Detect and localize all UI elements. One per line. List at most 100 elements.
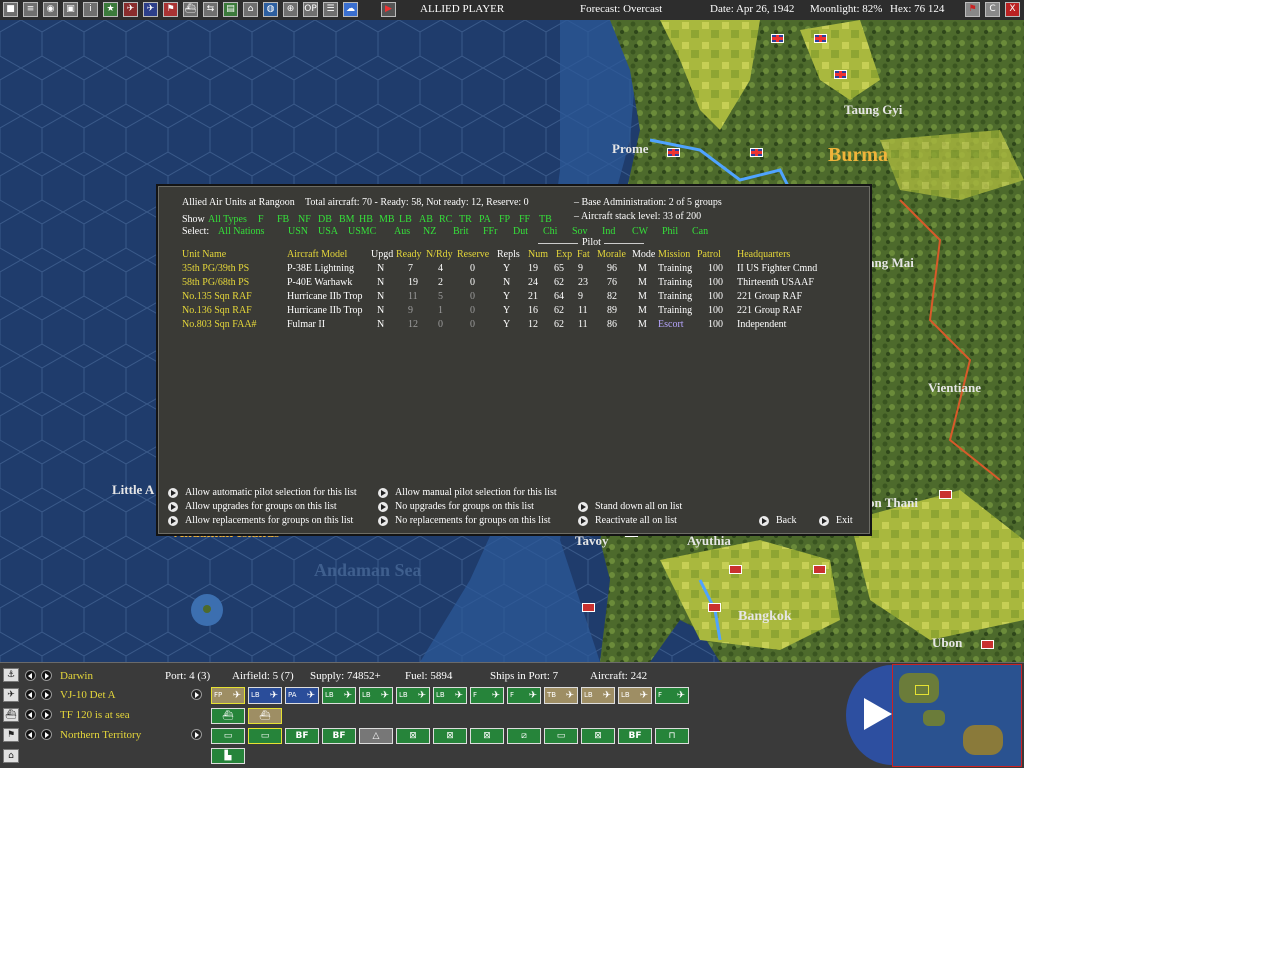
japanese-unit-marker[interactable] (939, 490, 952, 499)
cell-mission[interactable]: Training (658, 305, 692, 316)
col-ready[interactable]: Ready (396, 249, 422, 260)
japanese-unit-marker[interactable] (708, 603, 721, 612)
ship-group-selected-button[interactable]: ⛴ (248, 708, 282, 724)
menu-icon[interactable]: ■ (3, 2, 18, 17)
air-groups-icon[interactable]: ✈ (143, 2, 158, 17)
prev-base-button[interactable] (25, 670, 36, 681)
nation-nz[interactable]: NZ (423, 226, 436, 237)
filter-type-pa[interactable]: PA (479, 214, 491, 225)
hq-details-button[interactable] (191, 729, 202, 740)
air-group-button[interactable]: LB ✈ (322, 687, 356, 704)
filter-type-ab[interactable]: AB (419, 214, 433, 225)
cell-mission[interactable]: Training (658, 291, 692, 302)
artillery-unit-button[interactable]: △ (359, 728, 393, 744)
nation-chi[interactable]: Chi (543, 226, 557, 237)
allied-unit-marker[interactable] (834, 70, 847, 79)
allow-replacements-button[interactable]: Allow replacements for groups on this li… (168, 515, 353, 526)
ground-unit-selected-button[interactable]: ▭ (248, 728, 282, 744)
flag-icon[interactable]: ⚑ (3, 728, 19, 742)
nation-brit[interactable]: Brit (453, 226, 469, 237)
col-headquarters[interactable]: Headquarters (737, 249, 790, 260)
weather-icon[interactable]: ☁ (343, 2, 358, 17)
nation-aus[interactable]: Aus (394, 226, 410, 237)
auto-pilot-button[interactable]: Allow automatic pilot selection for this… (168, 487, 357, 498)
no-upgrades-button[interactable]: No upgrades for groups on this list (378, 501, 534, 512)
cell-unit[interactable]: 58th PG/68th PS (182, 277, 249, 288)
flag-toggle-icon[interactable]: ⚑ (965, 2, 980, 17)
plane-icon[interactable]: ✈ (3, 688, 19, 702)
filter-type-tb[interactable]: TB (539, 214, 552, 225)
air-group-button[interactable]: F ✈ (655, 687, 689, 704)
c-button[interactable]: C (985, 2, 1000, 17)
nation-sov[interactable]: Sov (572, 226, 588, 237)
air-group-button[interactable]: LB ✈ (618, 687, 652, 704)
air-group-button[interactable]: PA ✈ (285, 687, 319, 704)
cell-hq[interactable]: II US Fighter Cmnd (737, 263, 817, 274)
ops-icon[interactable]: ▣ (63, 2, 78, 17)
intel-icon[interactable]: ◉ (43, 2, 58, 17)
next-air-button[interactable] (41, 689, 52, 700)
col-repls[interactable]: Repls (497, 249, 520, 260)
nation-dut[interactable]: Dut (513, 226, 528, 237)
report-icon[interactable]: ≡ (23, 2, 38, 17)
no-replacements-button[interactable]: No replacements for groups on this list (378, 515, 551, 526)
air-group-button[interactable]: F ✈ (470, 687, 504, 704)
infantry-unit-button[interactable]: ⊠ (433, 728, 467, 744)
filter-type-rc[interactable]: RC (439, 214, 452, 225)
base-name[interactable]: Darwin (60, 670, 93, 682)
air-group-button[interactable]: LB ✈ (248, 687, 282, 704)
nation-usa[interactable]: USA (318, 226, 338, 237)
cell-unit[interactable]: 35th PG/39th PS (182, 263, 249, 274)
nation-phil[interactable]: Phil (662, 226, 678, 237)
ground-unit-button[interactable]: ▭ (211, 728, 245, 744)
base-force-button[interactable]: BF (285, 728, 319, 744)
info-icon[interactable]: i (83, 2, 98, 17)
map-icon[interactable]: ▤ (223, 2, 238, 17)
hq-name[interactable]: Northern Territory (60, 729, 141, 741)
cell-hq[interactable]: Thirteenth USAAF (737, 277, 814, 288)
ground-units-icon[interactable]: ★ (103, 2, 118, 17)
japanese-unit-marker[interactable] (582, 603, 595, 612)
world-icon[interactable]: ⊕ (283, 2, 298, 17)
air-group-button[interactable]: LB ✈ (433, 687, 467, 704)
list-icon[interactable]: ☰ (323, 2, 338, 17)
ships-icon[interactable]: ⛴ (183, 2, 198, 17)
next-hq-button[interactable] (41, 729, 52, 740)
filter-type-fb[interactable]: FB (277, 214, 289, 225)
task-force-name[interactable]: TF 120 is at sea (60, 709, 130, 721)
nation-all[interactable]: All Nations (218, 226, 264, 237)
nation-usn[interactable]: USN (288, 226, 308, 237)
cell-hq[interactable]: 221 Group RAF (737, 291, 802, 302)
cell-hq[interactable]: Independent (737, 319, 786, 330)
reactivate-button[interactable]: Reactivate all on list (578, 515, 677, 526)
engineer-unit-button[interactable]: ⊓ (655, 728, 689, 744)
filter-type-ff[interactable]: FF (519, 214, 530, 225)
infantry-unit-button[interactable]: ⊠ (396, 728, 430, 744)
cell-unit[interactable]: No.803 Sqn FAA# (182, 319, 257, 330)
air-group-button[interactable]: LB ✈ (581, 687, 615, 704)
air-unit-name[interactable]: VJ-10 Det A (60, 689, 116, 701)
allied-unit-marker[interactable] (667, 148, 680, 157)
mini-map[interactable] (892, 664, 1022, 767)
allied-unit-marker[interactable] (771, 34, 784, 43)
factory-icon[interactable]: ⌂ (243, 2, 258, 17)
cell-mission[interactable]: Training (658, 277, 692, 288)
japanese-unit-marker[interactable] (729, 565, 742, 574)
cell-mission[interactable]: Training (658, 263, 692, 274)
ship-icon[interactable]: ⛴ (3, 708, 19, 722)
nation-cw[interactable]: CW (632, 226, 648, 237)
col-upgd[interactable]: Upgd (371, 249, 393, 260)
col-mission[interactable]: Mission (658, 249, 690, 260)
convoy-icon[interactable]: ⇆ (203, 2, 218, 17)
cavalry-unit-button[interactable]: ⧄ (507, 728, 541, 744)
japanese-unit-marker[interactable] (981, 640, 994, 649)
col-patrol[interactable]: Patrol (697, 249, 721, 260)
air-units-icon[interactable]: ✈ (123, 2, 138, 17)
flag-icon[interactable]: ⚑ (163, 2, 178, 17)
col-exp[interactable]: Exp (556, 249, 572, 260)
col-unit-name[interactable]: Unit Name (182, 249, 226, 260)
hq-unit-button[interactable]: ▙ (211, 748, 245, 764)
close-icon[interactable]: X (1005, 2, 1020, 17)
nation-ffr[interactable]: FFr (483, 226, 497, 237)
col-morale[interactable]: Morale (597, 249, 626, 260)
